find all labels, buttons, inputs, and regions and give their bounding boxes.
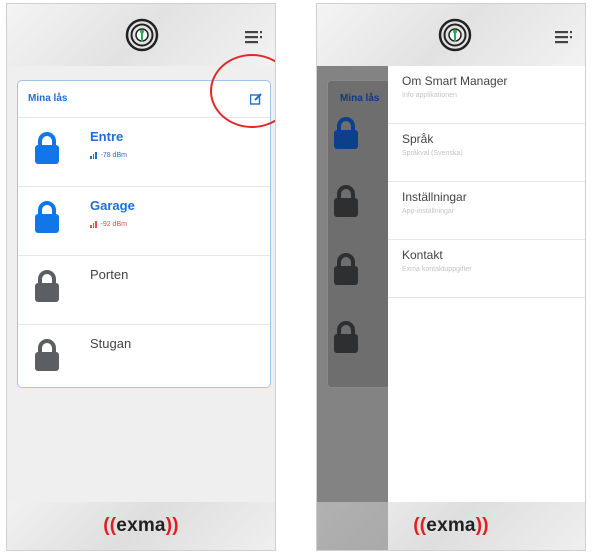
exma-brand-logo: ((exma))	[413, 515, 489, 536]
padlock-icon	[34, 200, 60, 234]
lock-row[interactable]: Garage -92 dBm	[18, 187, 270, 256]
menu-item[interactable]: Inställningar App-inställningar	[388, 182, 585, 240]
menu-item-title: Språk	[402, 132, 434, 146]
card-title: Mina lås	[28, 93, 68, 104]
menu-item-subtitle: Språkval (Svenska)	[402, 150, 463, 157]
phone-screen-locks: Mina lås Entre -78 dBm Garage -92 dBm Porten…	[6, 3, 276, 551]
signal-strength: -78 dBm	[90, 152, 127, 159]
menu-item-subtitle: Exma kontaktuppgifter	[402, 266, 472, 273]
exma-logo-icon	[438, 18, 472, 52]
padlock-icon	[333, 116, 359, 150]
menu-item[interactable]: Om Smart Manager Info applikationen	[388, 66, 585, 124]
lock-name: Stugan	[90, 336, 132, 351]
signal-strength: -92 dBm	[90, 221, 127, 228]
exma-brand-logo: ((exma))	[103, 515, 179, 536]
padlock-icon	[34, 131, 60, 165]
padlock-icon	[34, 338, 60, 372]
dimmed-footer	[317, 502, 388, 550]
lock-name: Entre	[90, 129, 124, 144]
signal-bars-icon	[90, 221, 98, 228]
signal-value: -78 dBm	[100, 152, 127, 159]
menu-item-subtitle: App-inställningar	[402, 208, 455, 215]
locks-card: Mina lås Entre -78 dBm Garage -92 dBm Porten…	[17, 80, 271, 388]
menu-item-title: Om Smart Manager	[402, 74, 508, 88]
lock-name: Porten	[90, 267, 129, 282]
menu-item-subtitle: Info applikationen	[402, 92, 457, 99]
lock-row[interactable]: Stugan	[18, 325, 270, 387]
content-area: Mina lås Entre -78 dBm Garage -92 dBm Porten…	[7, 66, 275, 504]
menu-item-title: Kontakt	[402, 248, 443, 262]
padlock-icon	[333, 184, 359, 218]
menu-item-title: Inställningar	[402, 190, 467, 204]
lock-row[interactable]: Entre -78 dBm	[18, 118, 270, 187]
signal-value: -92 dBm	[100, 221, 127, 228]
card-title: Mina lås	[340, 93, 380, 104]
dimmed-background[interactable]: Mina lås	[317, 66, 388, 504]
side-menu: Om Smart Manager Info applikationen Språk S…	[388, 66, 585, 504]
menu-icon[interactable]	[245, 30, 263, 44]
menu-item[interactable]: Kontakt Exma kontaktuppgifter	[388, 240, 585, 298]
signal-bars-icon	[90, 152, 98, 159]
bottom-bar: ((exma))	[7, 502, 275, 550]
padlock-icon	[34, 269, 60, 303]
lock-row[interactable]: Porten	[18, 256, 270, 325]
lock-name: Garage	[90, 198, 135, 213]
exma-logo-icon	[125, 18, 159, 52]
phone-screen-menu: Mina lås Om Smart Manager Info applikatio…	[316, 3, 586, 551]
padlock-icon	[333, 320, 359, 354]
menu-icon[interactable]	[555, 30, 573, 44]
top-bar	[317, 4, 585, 66]
padlock-icon	[333, 252, 359, 286]
menu-item[interactable]: Språk Språkval (Svenska)	[388, 124, 585, 182]
